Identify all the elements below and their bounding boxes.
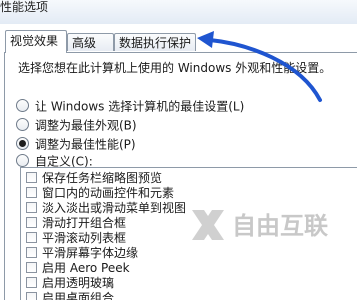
tab-data-execution-prevention[interactable]: 数据执行保护	[114, 33, 196, 51]
list-item-label: 窗口内的动画控件和元素	[42, 186, 175, 200]
title-bar: 性能选项	[0, 0, 357, 24]
radio-button[interactable]	[16, 99, 29, 112]
visual-effects-list[interactable]: 保存任务栏缩略图预览 窗口内的动画控件和元素 淡入淡出或滑动菜单到视图 滑动打开…	[20, 167, 357, 300]
tab-visual-effects[interactable]: 视觉效果	[5, 30, 67, 53]
radio-button-selected[interactable]	[16, 137, 29, 150]
checkbox[interactable]	[26, 202, 37, 213]
checkbox[interactable]	[26, 262, 37, 273]
list-item-label: 平滑滚动列表框	[42, 231, 127, 245]
radio-best-appearance[interactable]: 调整为最佳外观(B)	[16, 117, 137, 133]
tab-advanced[interactable]: 高级	[67, 33, 114, 51]
radio-best-performance[interactable]: 调整为最佳性能(P)	[16, 136, 136, 152]
list-item[interactable]: 保存任务栏缩略图预览	[26, 171, 162, 186]
checkbox[interactable]	[26, 172, 37, 183]
radio-label: 调整为最佳外观(B)	[35, 118, 137, 133]
list-item-label: 启用桌面组合	[42, 291, 115, 300]
checkbox[interactable]	[26, 277, 37, 288]
tab-strip: 视觉效果 高级 数据执行保护	[0, 30, 357, 53]
checkbox[interactable]	[26, 292, 37, 300]
list-item-label: 淡入淡出或滑动菜单到视图	[42, 201, 187, 215]
list-item[interactable]: 平滑滚动列表框	[26, 231, 126, 246]
list-item[interactable]: 淡入淡出或滑动菜单到视图	[26, 201, 186, 216]
description-text: 选择您想在此计算机上使用的 Windows 外观和性能设置。	[18, 61, 332, 75]
list-item-label: 滑动打开组合框	[42, 216, 127, 230]
list-item[interactable]: 滑动打开组合框	[26, 216, 126, 231]
list-item-label: 平滑屏幕字体边缘	[42, 246, 139, 260]
radio-label: 调整为最佳性能(P)	[35, 137, 136, 152]
list-item[interactable]: 启用桌面组合	[26, 291, 114, 300]
radio-let-windows-choose[interactable]: 让 Windows 选择计算机的最佳设置(L)	[16, 98, 244, 114]
checkbox[interactable]	[26, 217, 37, 228]
list-item[interactable]: 平滑屏幕字体边缘	[26, 246, 138, 261]
radio-label: 让 Windows 选择计算机的最佳设置(L)	[35, 99, 245, 114]
checkbox[interactable]	[26, 232, 37, 243]
list-item[interactable]: 窗口内的动画控件和元素	[26, 186, 174, 201]
checkbox[interactable]	[26, 187, 37, 198]
radio-button[interactable]	[16, 154, 29, 167]
radio-button[interactable]	[16, 118, 29, 131]
list-item[interactable]: 启用透明玻璃	[26, 276, 114, 291]
checkbox[interactable]	[26, 247, 37, 258]
list-item-label: 保存任务栏缩略图预览	[42, 171, 163, 185]
list-item-label: 启用 Aero Peek	[42, 261, 130, 275]
list-item[interactable]: 启用 Aero Peek	[26, 261, 130, 276]
list-item-label: 启用透明玻璃	[42, 276, 115, 290]
window-title: 性能选项	[0, 0, 49, 14]
